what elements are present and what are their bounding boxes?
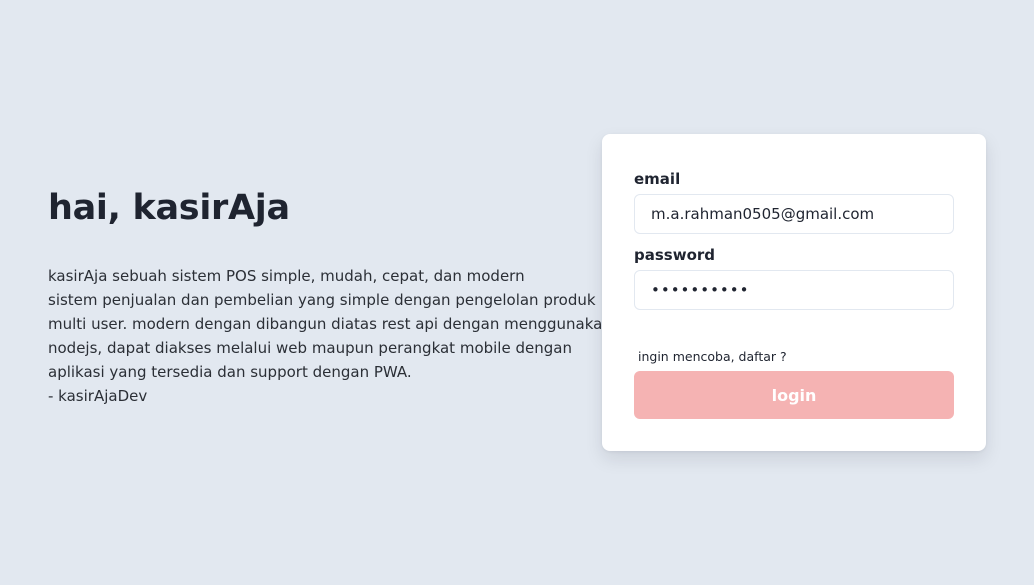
description-signature: - kasirAjaDev — [48, 387, 148, 405]
password-field[interactable] — [634, 270, 954, 310]
password-label: password — [634, 246, 716, 264]
intro-section: hai, kasirAja kasirAja sebuah sistem POS… — [48, 186, 612, 408]
login-page: hai, kasirAja kasirAja sebuah sistem POS… — [0, 0, 1034, 585]
description-line: sistem penjualan dan pembelian yang simp… — [48, 291, 596, 309]
description-line: multi user. modern dengan dibangun diata… — [48, 315, 612, 333]
login-card: email password ingin mencoba, daftar ? l… — [602, 134, 986, 451]
description-line: kasirAja sebuah sistem POS simple, mudah… — [48, 267, 525, 285]
description-line: nodejs, dapat diakses melalui web maupun… — [48, 339, 572, 357]
page-title: hai, kasirAja — [48, 188, 290, 228]
intro-description: kasirAja sebuah sistem POS simple, mudah… — [48, 264, 612, 408]
email-label: email — [634, 170, 681, 188]
description-line: aplikasi yang tersedia dan support denga… — [48, 363, 412, 381]
register-link[interactable]: ingin mencoba, daftar ? — [638, 348, 787, 366]
login-button[interactable]: login — [634, 371, 954, 419]
email-field[interactable] — [634, 194, 954, 234]
